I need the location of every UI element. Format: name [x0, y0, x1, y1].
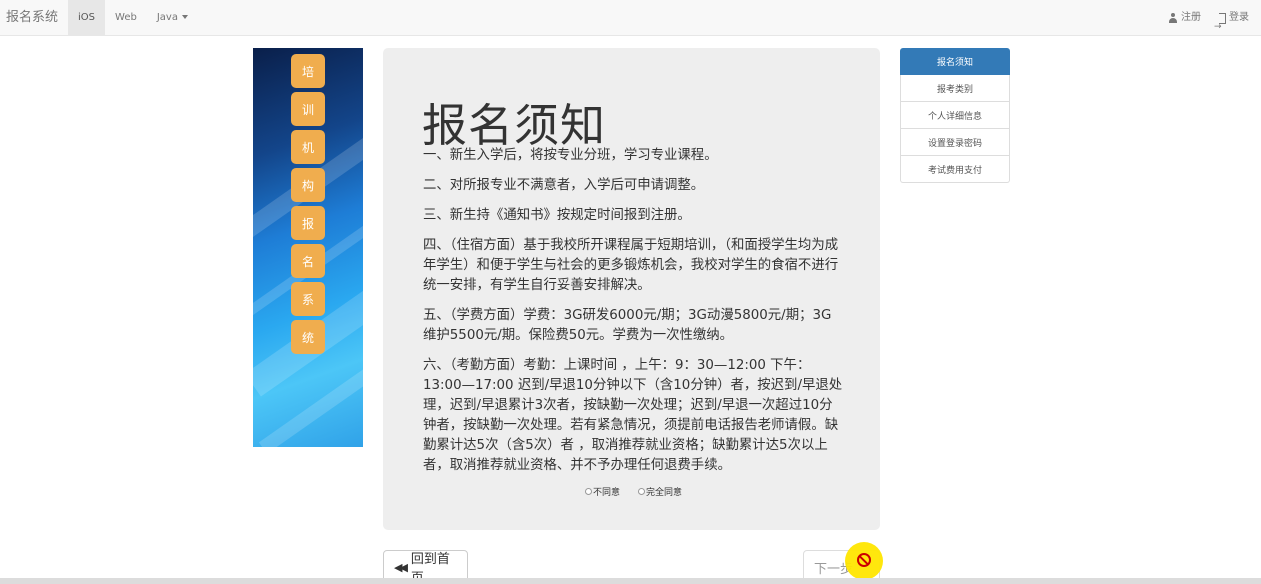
log-in-icon — [1214, 9, 1226, 45]
banner-char: 报 — [291, 206, 325, 240]
notice-panel: 报名须知 一、新生入学后，将按专业分班，学习专业课程。 二、对所报专业不满意者，… — [383, 48, 880, 530]
step-item-personal-info[interactable]: 个人详细信息 — [900, 102, 1010, 129]
agree-label: 完全同意 — [646, 488, 683, 498]
page-title: 报名须知 — [422, 99, 607, 152]
nav-dropdown-java-label: Java — [156, 11, 178, 23]
notice-text: 一、新生入学后，将按专业分班，学习专业课程。 二、对所报专业不满意者，入学后可申… — [423, 146, 843, 486]
banner-char: 系 — [291, 282, 325, 316]
nav-right: 注册 登录 — [1154, 0, 1249, 45]
notice-paragraph: 一、新生入学后，将按专业分班，学习专业课程。 — [423, 148, 718, 163]
login-link[interactable]: 登录 — [1201, 0, 1249, 45]
banner-char: 训 — [291, 92, 325, 126]
disagree-radio[interactable] — [585, 488, 592, 495]
notice-paragraph: 五、（学费方面）学费：3G研发6000元/期；3G动漫5800元/期；3G维护5… — [423, 308, 832, 343]
bottom-edge — [0, 578, 1261, 584]
banner-char: 机 — [291, 130, 325, 164]
banner-char: 培 — [291, 54, 325, 88]
register-link[interactable]: 注册 — [1154, 0, 1201, 36]
nav-dropdown-java[interactable]: Java — [147, 0, 198, 36]
step-list: 报名须知 报考类别 个人详细信息 设置登录密码 考试费用支付 — [900, 48, 1010, 183]
agreement-options: 不同意 完全同意 — [585, 485, 682, 498]
step-item-notice[interactable]: 报名须知 — [900, 48, 1010, 75]
side-banner-image: 培 训 机 构 报 名 系 统 — [253, 48, 363, 447]
agree-option[interactable]: 完全同意 — [638, 485, 682, 498]
step-item-payment[interactable]: 考试费用支付 — [900, 156, 1010, 183]
caret-down-icon — [181, 14, 188, 19]
disagree-label: 不同意 — [593, 488, 621, 498]
backward-icon: ◀◀ — [394, 560, 408, 574]
nav-link-web[interactable]: Web — [105, 0, 147, 36]
disagree-option[interactable]: 不同意 — [585, 485, 620, 498]
top-navbar: 报名系统 iOS Web Java 注册 登录 — [0, 0, 1261, 45]
banner-char: 统 — [291, 320, 325, 354]
notice-paragraph: 六、（考勤方面）考勤：上课时间 ，上午：9：30—12:00 下午：13:00—… — [423, 358, 843, 473]
user-icon — [1168, 13, 1178, 23]
register-label: 注册 — [1181, 12, 1201, 23]
banner-title: 培 训 机 构 报 名 系 统 — [291, 54, 325, 354]
login-label: 登录 — [1229, 12, 1249, 23]
nav-link-ios[interactable]: iOS — [68, 0, 106, 36]
brand-link[interactable]: 报名系统 — [0, 0, 68, 36]
agree-radio[interactable] — [638, 488, 646, 495]
banner-char: 构 — [291, 168, 325, 202]
banner-char: 名 — [291, 244, 325, 278]
not-allowed-cursor-icon — [857, 553, 871, 567]
notice-paragraph: 三、新生持《通知书》按规定时间报到注册。 — [423, 208, 691, 223]
step-item-category[interactable]: 报考类别 — [900, 75, 1010, 102]
notice-paragraph: 二、对所报专业不满意者，入学后可申请调整。 — [423, 178, 705, 193]
notice-paragraph: 四、（住宿方面）基于我校所开课程属于短期培训，（和面授学生均为成年学生）和便于学… — [423, 238, 839, 293]
step-item-set-password[interactable]: 设置登录密码 — [900, 129, 1010, 156]
